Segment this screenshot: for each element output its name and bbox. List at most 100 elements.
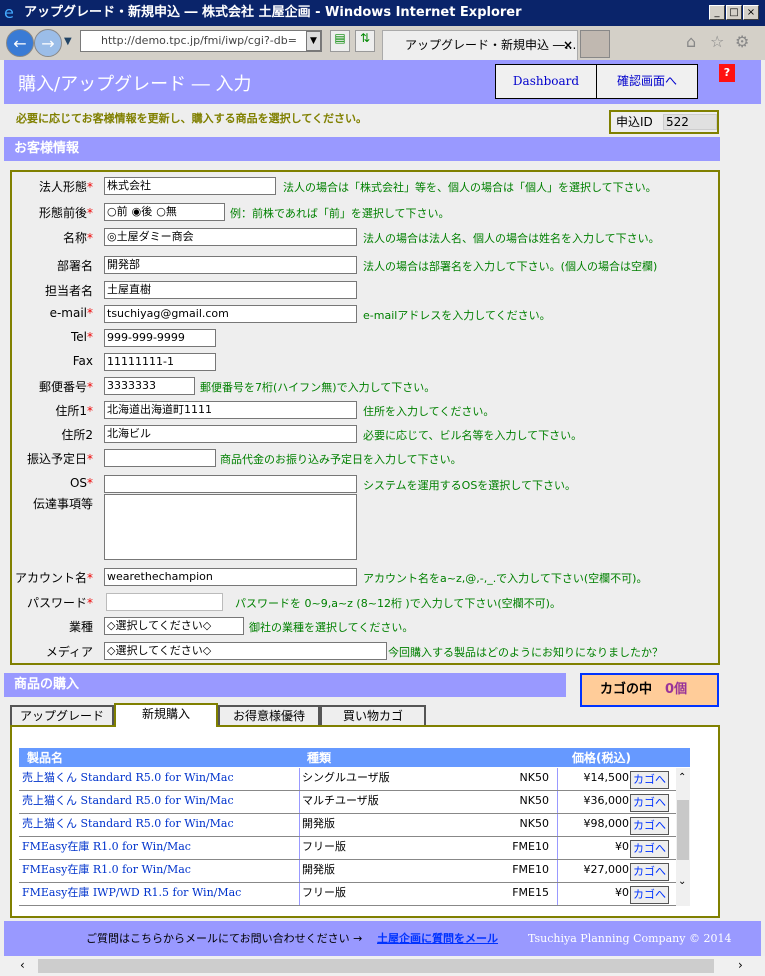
add-to-cart-button[interactable]: カゴへ (630, 886, 669, 904)
position-radio-1[interactable]: ◉後 (132, 205, 153, 218)
media-input[interactable]: ◇選択してください◇ (104, 642, 387, 660)
home-icon[interactable]: ⌂ (686, 32, 696, 51)
confirm-button[interactable]: 確認画面へ (596, 64, 698, 99)
person-input[interactable]: 土屋直樹 (104, 281, 357, 299)
product-row: FMEasy在庫 R1.0 for Win/Mac フリー版 FME10 ¥0 カゴへ (19, 837, 676, 860)
scroll-left-icon[interactable]: ‹ (20, 958, 25, 972)
product-price: ¥27,000 (557, 860, 629, 882)
pay_date-input[interactable] (104, 449, 216, 467)
position-hint: 例：前株であれば「前」を選択して下さい。 (230, 207, 450, 220)
tab-upgrade[interactable]: アップグレード (10, 705, 114, 726)
required-marker: * (87, 404, 93, 418)
new-tab-button[interactable] (580, 30, 610, 58)
dept-input[interactable]: 開発部 (104, 256, 357, 274)
position-label-text: 形態前後 (38, 206, 87, 220)
addr2-hint: 必要に応じて、ビル名等を入力して下さい。 (363, 429, 583, 442)
browser-tab[interactable]: アップグレード・新規申込 ―... × (382, 30, 578, 60)
product-price: ¥98,000 (557, 814, 629, 836)
dept-hint: 法人の場合は部署名を入力して下さい。(個人の場合は空欄) (363, 260, 658, 273)
position-radio-0[interactable]: ○前 (107, 205, 128, 218)
scroll-down-icon[interactable]: ⌄ (678, 876, 686, 887)
person-label: 担当者名 (3, 282, 93, 299)
contact-email-link[interactable]: 土屋企画に質問をメール (377, 921, 498, 956)
gear-icon[interactable]: ⚙ (735, 32, 749, 51)
col-type: 種類 (307, 751, 332, 765)
application-id-label: 申込ID (616, 115, 653, 129)
notes-label: 伝達事項等 (3, 495, 93, 512)
addr1-hint: 住所を入力してください。 (363, 405, 495, 418)
cart-label: カゴの中 (600, 682, 653, 697)
page-horizontal-scrollbar[interactable]: ‹ › (0, 956, 765, 976)
product-name-link[interactable]: FMEasy在庫 R1.0 for Win/Mac (22, 837, 191, 859)
add-to-cart-button[interactable]: カゴへ (630, 817, 669, 835)
pay_date-label-text: 振込予定日 (26, 452, 87, 466)
zip-hint: 郵便番号を7桁(ハイフン無)で入力して下さい。 (200, 381, 436, 394)
add-to-cart-button[interactable]: カゴへ (630, 863, 669, 881)
industry-input[interactable]: ◇選択してください◇ (104, 617, 244, 635)
corp_type-input[interactable]: 株式会社 (104, 177, 276, 195)
fax-input[interactable]: 11111111-1 (104, 353, 216, 371)
address-dropdown-icon[interactable]: ▼ (306, 31, 321, 51)
product-name-link[interactable]: 売上猫くん Standard R5.0 for Win/Mac (22, 814, 234, 836)
name-label-text: 名称 (62, 231, 87, 245)
os-input[interactable] (104, 475, 357, 493)
address-bar[interactable]: http://demo.tpc.jp/fmi/iwp/cgi?-db= (80, 30, 322, 52)
add-to-cart-button[interactable]: カゴへ (630, 840, 669, 858)
tab-close-icon[interactable]: × (563, 31, 573, 59)
footer: ご質問はこちらからメールにてお問い合わせください → 土屋企画に質問をメール T… (4, 921, 761, 956)
product-name-link[interactable]: FMEasy在庫 R1.0 for Win/Mac (22, 860, 191, 882)
account-input[interactable]: wearethechampion (104, 568, 357, 586)
password-input[interactable] (106, 593, 223, 611)
notes-input[interactable] (104, 494, 357, 560)
product-row: FMEasy在庫 IWP/WD R1.5 for Win/Mac フリー版 FME1… (19, 883, 676, 906)
position-radio-2[interactable]: ○無 (156, 205, 177, 218)
maximize-button[interactable]: □ (726, 5, 742, 20)
email-input[interactable]: tsuchiyag@gmail.com (104, 305, 357, 323)
help-icon[interactable]: ? (719, 64, 735, 82)
compat-view-icon[interactable]: ▤ (330, 30, 350, 52)
cart-summary[interactable]: カゴの中 0個 (580, 673, 719, 707)
position-radio-group: ○前 ◉後 ○無 (104, 203, 225, 221)
os-label-text: OS (69, 476, 87, 490)
product-name-link[interactable]: FMEasy在庫 IWP/WD R1.5 for Win/Mac (22, 883, 241, 905)
product-price: ¥0 (557, 883, 629, 905)
application-id-box: 申込ID 522 (609, 110, 719, 134)
add-to-cart-button[interactable]: カゴへ (630, 771, 669, 789)
addr2-input[interactable]: 北海ビル (104, 425, 357, 443)
zip-label: 郵便番号* (3, 378, 93, 395)
tel-input[interactable]: 999-999-9999 (104, 329, 216, 347)
password-label: パスワード* (3, 594, 93, 611)
dashboard-button[interactable]: Dashboard (495, 64, 597, 99)
application-id-value: 522 (663, 114, 717, 130)
addr1-input[interactable]: 北海道出海道町1111 (104, 401, 357, 419)
dept-label-text: 部署名 (56, 259, 93, 273)
name-input[interactable]: ◎土屋ダミー商会 (104, 228, 357, 246)
tab-shopping-cart[interactable]: 買い物カゴ (320, 705, 426, 726)
favorites-star-icon[interactable]: ☆ (710, 32, 724, 51)
h-scroll-thumb[interactable] (38, 959, 714, 973)
product-name-link[interactable]: 売上猫くん Standard R5.0 for Win/Mac (22, 768, 234, 790)
back-icon[interactable]: ← (6, 29, 34, 57)
close-button[interactable]: × (743, 5, 759, 20)
tab-preferred-customer[interactable]: お得意様優待 (218, 705, 320, 726)
refresh-icon[interactable]: ⇅ (355, 30, 375, 52)
add-to-cart-button[interactable]: カゴへ (630, 794, 669, 812)
person-label-text: 担当者名 (44, 284, 93, 298)
zip-input[interactable]: 3333333 (104, 377, 195, 395)
required-marker: * (87, 231, 93, 245)
ie-logo-icon: e (4, 3, 14, 22)
minimize-button[interactable]: _ (709, 5, 725, 20)
product-row: 売上猫くん Standard R5.0 for Win/Mac シングルユーザ版 N… (19, 768, 676, 791)
product-code: FME15 (512, 886, 549, 899)
table-scroll-thumb[interactable] (677, 800, 689, 860)
window-title: アップグレード・新規申込 ― 株式会社 土屋企画 - Windows Inter… (24, 5, 522, 20)
scroll-right-icon[interactable]: › (738, 958, 743, 972)
forward-icon[interactable]: → (34, 29, 62, 57)
product-name-link[interactable]: 売上猫くん Standard R5.0 for Win/Mac (22, 791, 234, 813)
industry-hint: 御社の業種を選択してください。 (249, 621, 414, 634)
tab-new-purchase[interactable]: 新規購入 (114, 703, 218, 727)
required-marker: * (87, 452, 93, 466)
history-dropdown-icon[interactable]: ▼ (64, 36, 72, 47)
scroll-up-icon[interactable]: ⌃ (678, 772, 686, 783)
required-marker: * (87, 571, 93, 585)
